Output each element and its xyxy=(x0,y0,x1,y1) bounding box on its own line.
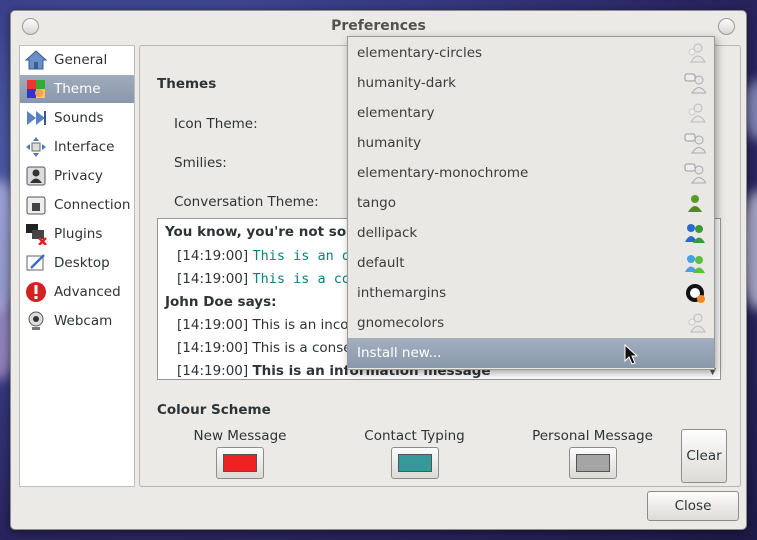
webcam-icon xyxy=(24,310,48,332)
sidebar-item-advanced[interactable]: Advanced xyxy=(20,278,134,306)
chat-users-icon xyxy=(684,73,706,94)
new-message-color-button[interactable] xyxy=(216,447,264,479)
sidebar-item-label: Advanced xyxy=(54,284,121,300)
sidebar-item-connection[interactable]: Connection xyxy=(20,191,134,219)
sidebar-item-webcam[interactable]: Webcam xyxy=(20,307,134,335)
sidebar-item-label: Sounds xyxy=(54,110,104,126)
sidebar-item-label: Webcam xyxy=(54,313,113,329)
interface-icon xyxy=(24,136,48,158)
chat-users-icon xyxy=(684,163,706,184)
sidebar: General Theme Sounds Interface Privacy C… xyxy=(19,45,135,487)
preview-line: [14:19:00] This is an incom xyxy=(177,317,362,333)
ghost-users-icon xyxy=(688,313,706,333)
conversation-theme-label: Conversation Theme: xyxy=(174,194,319,210)
sidebar-item-privacy[interactable]: Privacy xyxy=(20,162,134,190)
contact-typing-label: Contact Typing xyxy=(364,428,465,444)
sidebar-item-sounds[interactable]: Sounds xyxy=(20,104,134,132)
sidebar-item-label: Interface xyxy=(54,139,115,155)
window-maximize-button[interactable] xyxy=(718,18,735,35)
blue-users-icon xyxy=(685,224,705,243)
theme-icon xyxy=(24,78,48,100)
sidebar-item-plugins[interactable]: Plugins xyxy=(20,220,134,248)
new-message-color: New Message xyxy=(190,428,290,479)
msn-users-icon xyxy=(685,255,705,273)
sidebar-item-label: Privacy xyxy=(54,168,103,184)
sidebar-item-theme[interactable]: Theme xyxy=(20,75,134,103)
personal-message-color-button[interactable] xyxy=(568,447,617,479)
dropdown-item[interactable]: default xyxy=(348,248,714,278)
preview-line: John Doe says: xyxy=(165,294,277,310)
sidebar-item-interface[interactable]: Interface xyxy=(20,133,134,161)
dropdown-item[interactable]: tango xyxy=(348,188,714,218)
personal-message-color: Personal Message xyxy=(530,428,655,479)
dropdown-item[interactable]: elementary-circles xyxy=(348,38,714,68)
new-message-swatch xyxy=(223,454,257,472)
chat-users-icon xyxy=(684,133,706,154)
preview-line: [14:19:00] This is an o xyxy=(177,248,351,264)
close-button[interactable]: Close xyxy=(647,491,739,521)
home-icon xyxy=(24,49,48,71)
conversation-theme-dropdown: elementary-circles humanity-dark element… xyxy=(347,36,715,370)
mouse-pointer-icon xyxy=(624,344,638,365)
sidebar-item-label: Plugins xyxy=(54,226,103,242)
preview-line: You know, you're not some xyxy=(165,224,370,240)
sidebar-item-label: General xyxy=(54,52,108,68)
preview-line: [14:19:00] This is a consecu xyxy=(177,340,368,356)
connection-icon xyxy=(24,194,48,216)
contact-typing-swatch xyxy=(397,454,432,472)
sidebar-item-label: Desktop xyxy=(54,255,110,271)
install-new-item[interactable]: Install new... xyxy=(348,338,714,368)
dropdown-item[interactable]: humanity-dark xyxy=(348,68,714,98)
privacy-icon xyxy=(24,165,48,187)
sidebar-item-label: Theme xyxy=(54,81,101,97)
contact-typing-color-button[interactable] xyxy=(390,447,439,479)
new-message-label: New Message xyxy=(193,428,287,444)
dropdown-item[interactable]: elementary xyxy=(348,98,714,128)
clear-button[interactable]: Clear xyxy=(681,429,727,483)
preview-line: [14:19:00] This is a co xyxy=(177,271,351,287)
desktop-icon xyxy=(24,252,48,274)
personal-message-label: Personal Message xyxy=(532,428,653,444)
green-user-icon xyxy=(688,195,702,212)
dropdown-item[interactable]: humanity xyxy=(348,128,714,158)
personal-message-swatch xyxy=(575,454,610,472)
ghost-users-icon xyxy=(688,103,706,123)
sidebar-item-desktop[interactable]: Desktop xyxy=(20,249,134,277)
contact-typing-color: Contact Typing xyxy=(362,428,467,479)
window-title: Preferences xyxy=(331,18,426,34)
advanced-icon xyxy=(24,281,48,303)
themes-heading: Themes xyxy=(157,76,217,92)
ghost-users-icon xyxy=(688,43,706,63)
sidebar-item-label: Connection xyxy=(54,197,131,213)
plugins-icon xyxy=(24,223,48,245)
dropdown-item[interactable]: gnomecolors xyxy=(348,308,714,338)
sounds-icon xyxy=(24,107,48,129)
sidebar-item-general[interactable]: General xyxy=(20,46,134,74)
smilies-label: Smilies: xyxy=(174,155,227,171)
icon-theme-label: Icon Theme: xyxy=(174,116,258,132)
ring-icon xyxy=(686,284,705,303)
dropdown-item[interactable]: elementary-monochrome xyxy=(348,158,714,188)
dropdown-item[interactable]: dellipack xyxy=(348,218,714,248)
dropdown-item[interactable]: inthemargins xyxy=(348,278,714,308)
colour-scheme-heading: Colour Scheme xyxy=(157,402,271,418)
